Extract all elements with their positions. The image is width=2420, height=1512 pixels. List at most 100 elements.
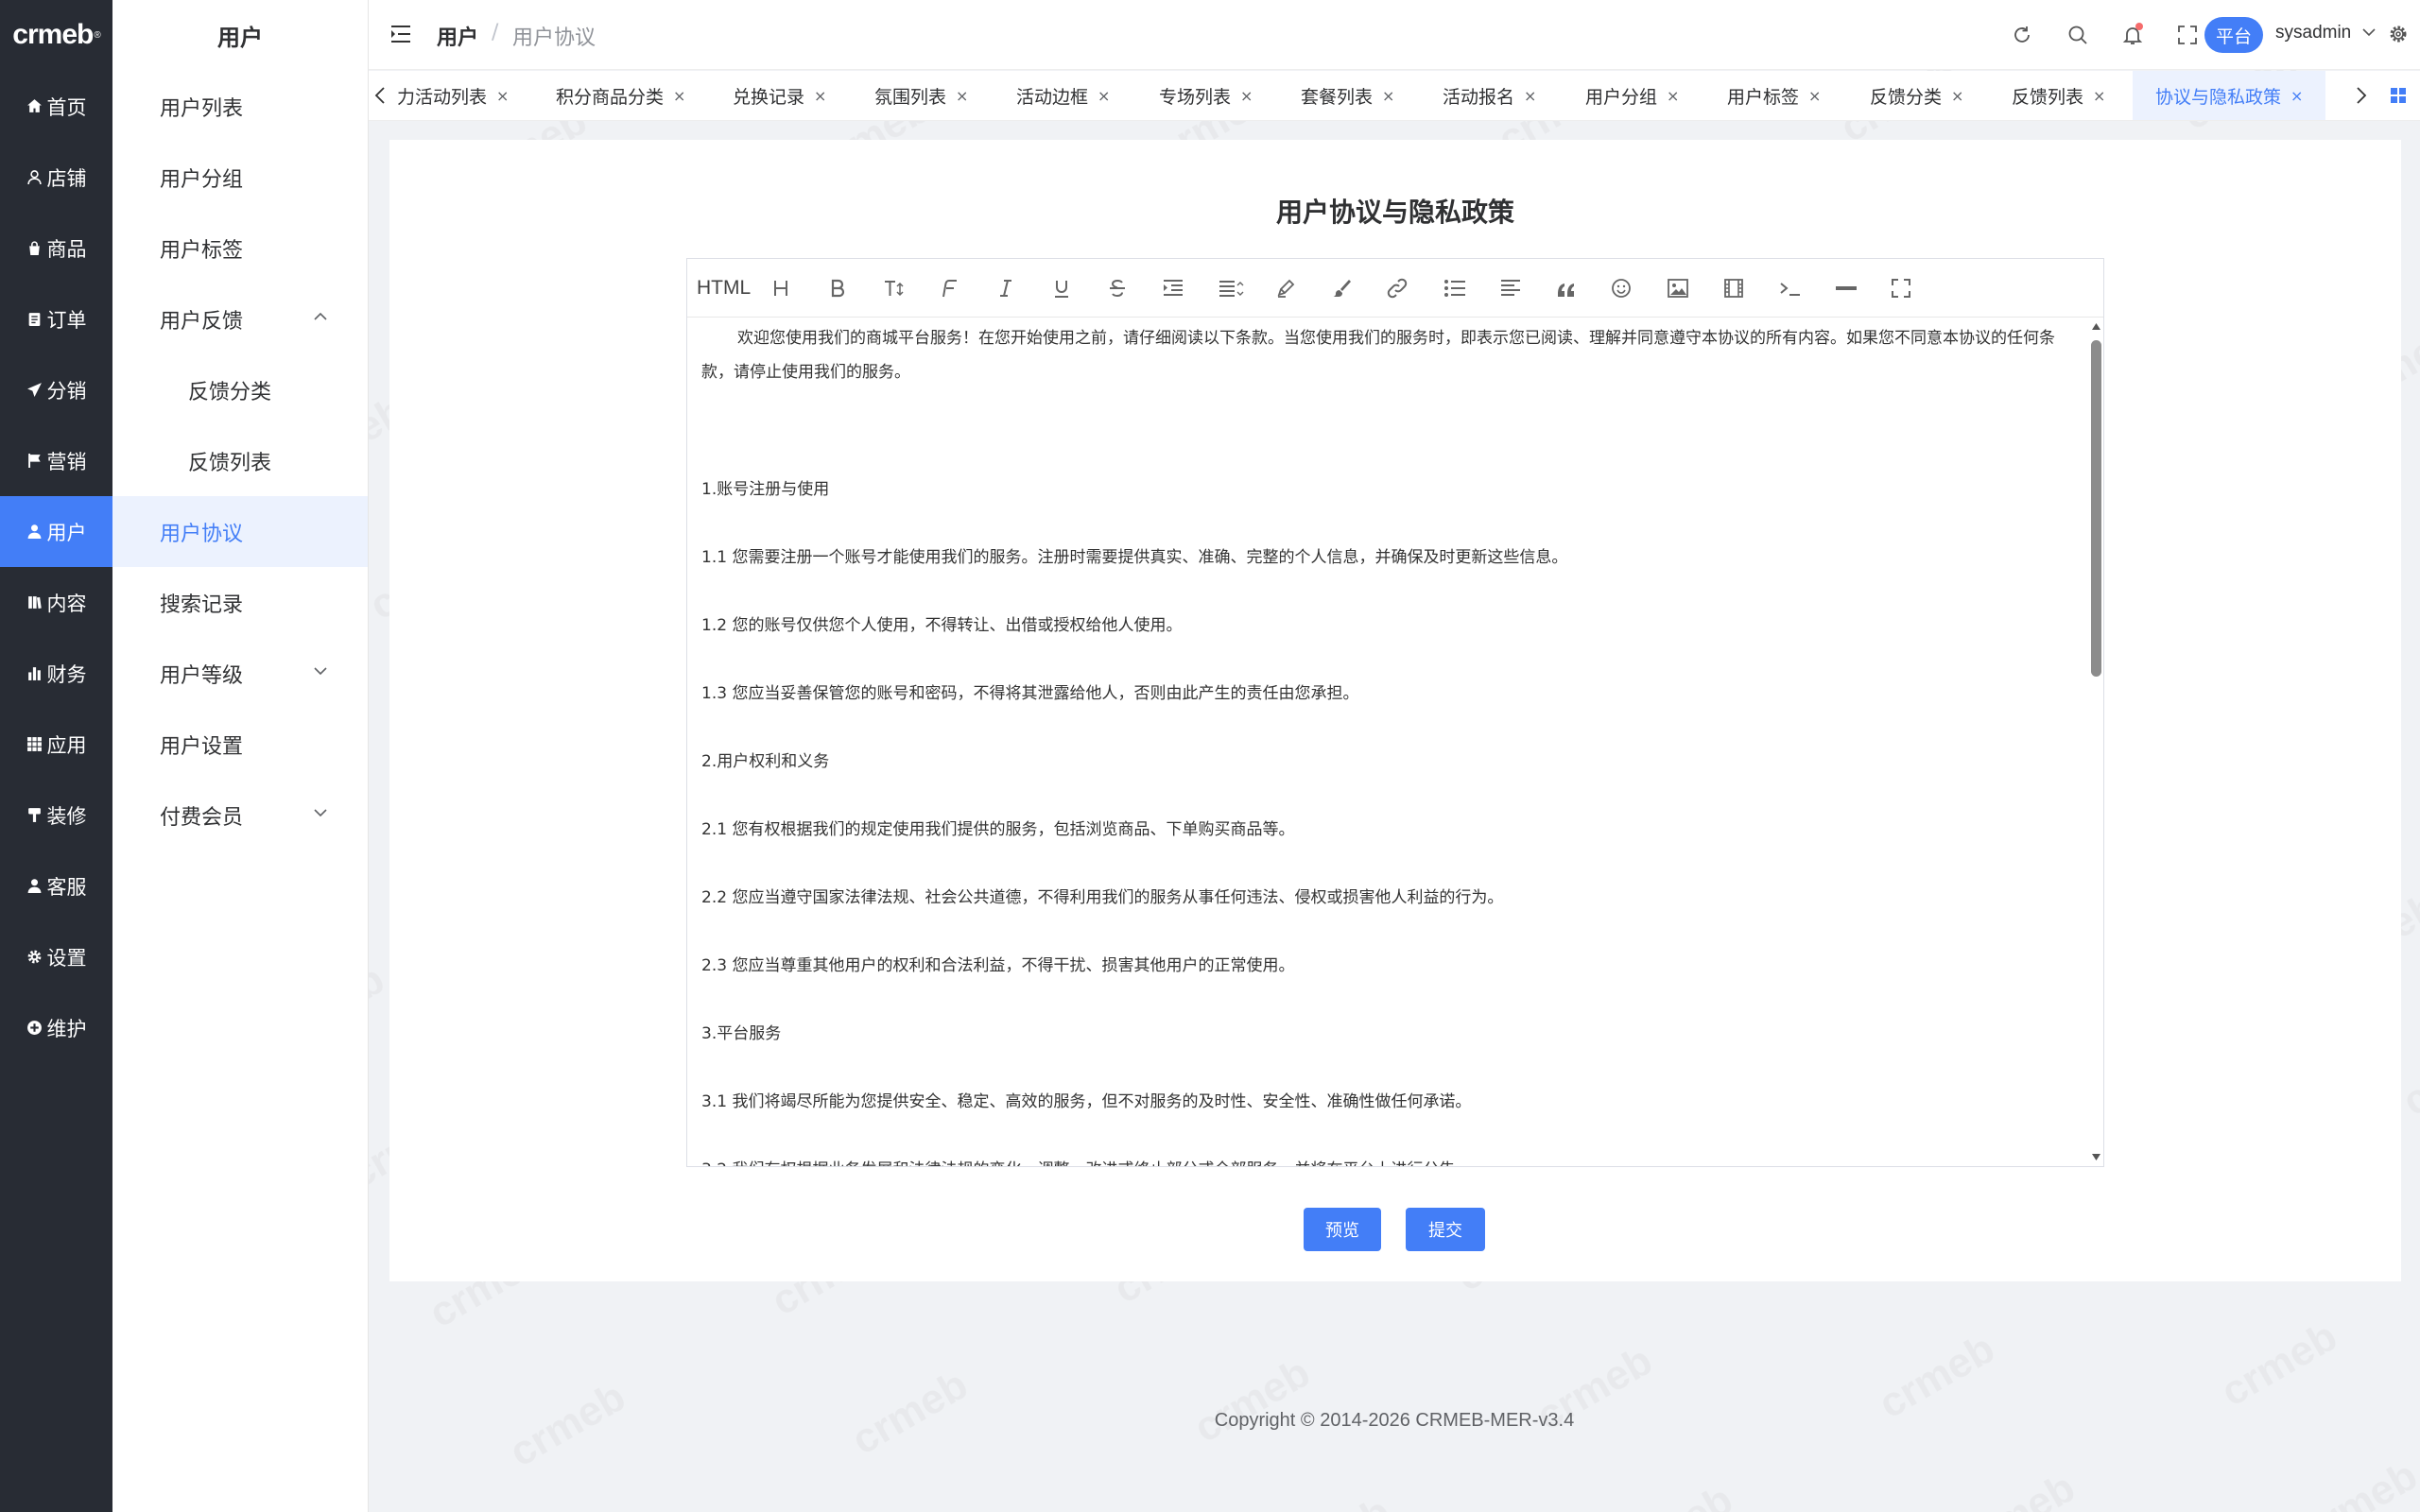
video-icon[interactable] [1723, 278, 1744, 299]
nav-item-settings[interactable]: 设置 [0, 921, 112, 992]
close-icon[interactable]: × [1382, 87, 1394, 105]
close-icon[interactable]: × [1240, 87, 1253, 105]
close-icon[interactable]: × [1667, 87, 1679, 105]
platform-badge[interactable]: 平台 [2204, 17, 2263, 53]
close-icon[interactable]: × [673, 87, 685, 105]
close-icon[interactable]: × [2093, 87, 2105, 105]
indent-icon[interactable] [1162, 278, 1184, 299]
tab-item[interactable]: 反馈列表 × [2012, 71, 2105, 120]
tab-item[interactable]: 反馈分类 × [1870, 71, 1963, 120]
submenu-item-user-list[interactable]: 用户列表 [112, 71, 368, 142]
editor-content[interactable]: 欢迎您使用我们的商城平台服务！在您开始使用之前，请仔细阅读以下条款。当您使用我们… [687, 318, 2088, 1166]
editor-fullscreen-icon[interactable] [1891, 278, 1911, 299]
submenu-label: 付费会员 [160, 805, 244, 830]
close-icon[interactable]: × [814, 87, 826, 105]
nav-item-maintenance[interactable]: 维护 [0, 992, 112, 1063]
submenu-item-search-records[interactable]: 搜索记录 [112, 567, 368, 638]
bullet-list-icon[interactable] [1443, 278, 1466, 299]
settings-icon[interactable] [2388, 24, 2409, 44]
tab-item[interactable]: 活动报名 × [1443, 71, 1536, 120]
tabs-grid-icon[interactable] [2391, 88, 2406, 103]
tab-item[interactable]: 用户分组 × [1585, 71, 1679, 120]
submenu-item-user-level[interactable]: 用户等级 [112, 638, 368, 709]
text-color-icon[interactable] [1275, 278, 1296, 299]
emoji-icon[interactable] [1611, 278, 1632, 299]
nav-item-goods[interactable]: 商品 [0, 213, 112, 284]
content-paragraph: 1.账号注册与使用 [701, 480, 830, 499]
close-icon[interactable]: × [1951, 87, 1963, 105]
tab-label: 协议与隐私政策 [2155, 87, 2282, 108]
submenu-item-feedback-category[interactable]: 反馈分类 [112, 354, 368, 425]
nav-item-content[interactable]: 内容 [0, 567, 112, 638]
tab-label: 活动边框 [1016, 87, 1089, 108]
nav-item-store[interactable]: 店铺 [0, 142, 112, 213]
nav-item-decoration[interactable]: 装修 [0, 780, 112, 850]
submenu-item-paid-member[interactable]: 付费会员 [112, 780, 368, 850]
code-icon[interactable] [1779, 278, 1802, 299]
font-size-icon[interactable] [883, 278, 906, 299]
nav-item-apps[interactable]: 应用 [0, 709, 112, 780]
search-icon[interactable] [2067, 25, 2088, 45]
tab-item[interactable]: 兑换记录 × [733, 71, 826, 120]
chevron-right-icon[interactable] [2356, 86, 2367, 105]
underline-icon[interactable] [1051, 278, 1072, 299]
scrollbar-thumb[interactable] [2091, 340, 2101, 677]
secondary-menu: 用户 用户列表 用户分组 用户标签 用户反馈 反馈分类 反馈列表 用户协议 搜索… [112, 0, 369, 1512]
chevron-left-icon[interactable] [374, 86, 386, 105]
tab-item[interactable]: 氛围列表 × [874, 71, 968, 120]
close-icon[interactable]: × [956, 87, 968, 105]
nav-item-customer-service[interactable]: 客服 [0, 850, 112, 921]
close-icon[interactable]: × [2290, 87, 2303, 105]
tab-item[interactable]: 活动边框 × [1016, 71, 1110, 120]
nav-item-marketing[interactable]: 营销 [0, 425, 112, 496]
link-icon[interactable] [1387, 278, 1408, 299]
nav-item-orders[interactable]: 订单 [0, 284, 112, 354]
scroll-up-icon[interactable] [2092, 323, 2100, 330]
close-icon[interactable]: × [1808, 87, 1821, 105]
heading-icon[interactable] [770, 278, 791, 299]
tab-label: 用户分组 [1585, 87, 1658, 108]
html-mode-button[interactable]: HTML [697, 277, 751, 300]
italic-icon[interactable] [995, 278, 1016, 299]
submenu-item-user-feedback[interactable]: 用户反馈 [112, 284, 368, 354]
line-height-icon[interactable] [1218, 278, 1244, 299]
tab-item[interactable]: 用户标签 × [1727, 71, 1821, 120]
nav-item-finance[interactable]: 财务 [0, 638, 112, 709]
close-icon[interactable]: × [496, 87, 509, 105]
submenu-item-feedback-list[interactable]: 反馈列表 [112, 425, 368, 496]
refresh-icon[interactable] [2012, 25, 2032, 45]
submit-button[interactable]: 提交 [1406, 1208, 1485, 1251]
nav-item-home[interactable]: 首页 [0, 71, 112, 142]
preview-button[interactable]: 预览 [1304, 1208, 1381, 1251]
scroll-down-icon[interactable] [2092, 1154, 2100, 1160]
nav-label: 维护 [46, 1017, 87, 1040]
bold-icon[interactable] [827, 278, 848, 299]
username-dropdown[interactable]: sysadmin [2275, 23, 2376, 43]
close-icon[interactable]: × [1524, 87, 1536, 105]
submenu-item-user-agreement[interactable]: 用户协议 [112, 496, 368, 567]
align-left-icon[interactable] [1499, 278, 1522, 299]
nav-item-users[interactable]: 用户 [0, 496, 112, 567]
background-color-icon[interactable] [1331, 278, 1352, 299]
tab-item-active[interactable]: 协议与隐私政策 × [2133, 71, 2326, 120]
submenu-item-user-group[interactable]: 用户分组 [112, 142, 368, 213]
quote-icon[interactable] [1555, 278, 1578, 299]
tab-item[interactable]: 力活动列表 × [397, 71, 509, 120]
tab-item[interactable]: 积分商品分类 × [556, 71, 685, 120]
image-icon[interactable] [1667, 278, 1689, 299]
tab-item[interactable]: 套餐列表 × [1301, 71, 1394, 120]
menu-fold-icon[interactable] [391, 25, 412, 43]
fullscreen-icon[interactable] [2177, 25, 2198, 45]
font-family-icon[interactable] [941, 278, 961, 299]
editor-scrollbar[interactable] [2088, 318, 2103, 1166]
submenu-title: 用户 [217, 24, 263, 51]
logo[interactable]: crmeb ® [0, 0, 112, 70]
submenu-item-user-settings[interactable]: 用户设置 [112, 709, 368, 780]
close-icon[interactable]: × [1098, 87, 1110, 105]
divider-icon[interactable] [1835, 278, 1858, 299]
tab-item[interactable]: 专场列表 × [1159, 71, 1253, 120]
breadcrumb-parent[interactable]: 用户 [437, 21, 478, 51]
submenu-item-user-tags[interactable]: 用户标签 [112, 213, 368, 284]
nav-item-distribution[interactable]: 分销 [0, 354, 112, 425]
strikethrough-icon[interactable] [1107, 278, 1128, 299]
